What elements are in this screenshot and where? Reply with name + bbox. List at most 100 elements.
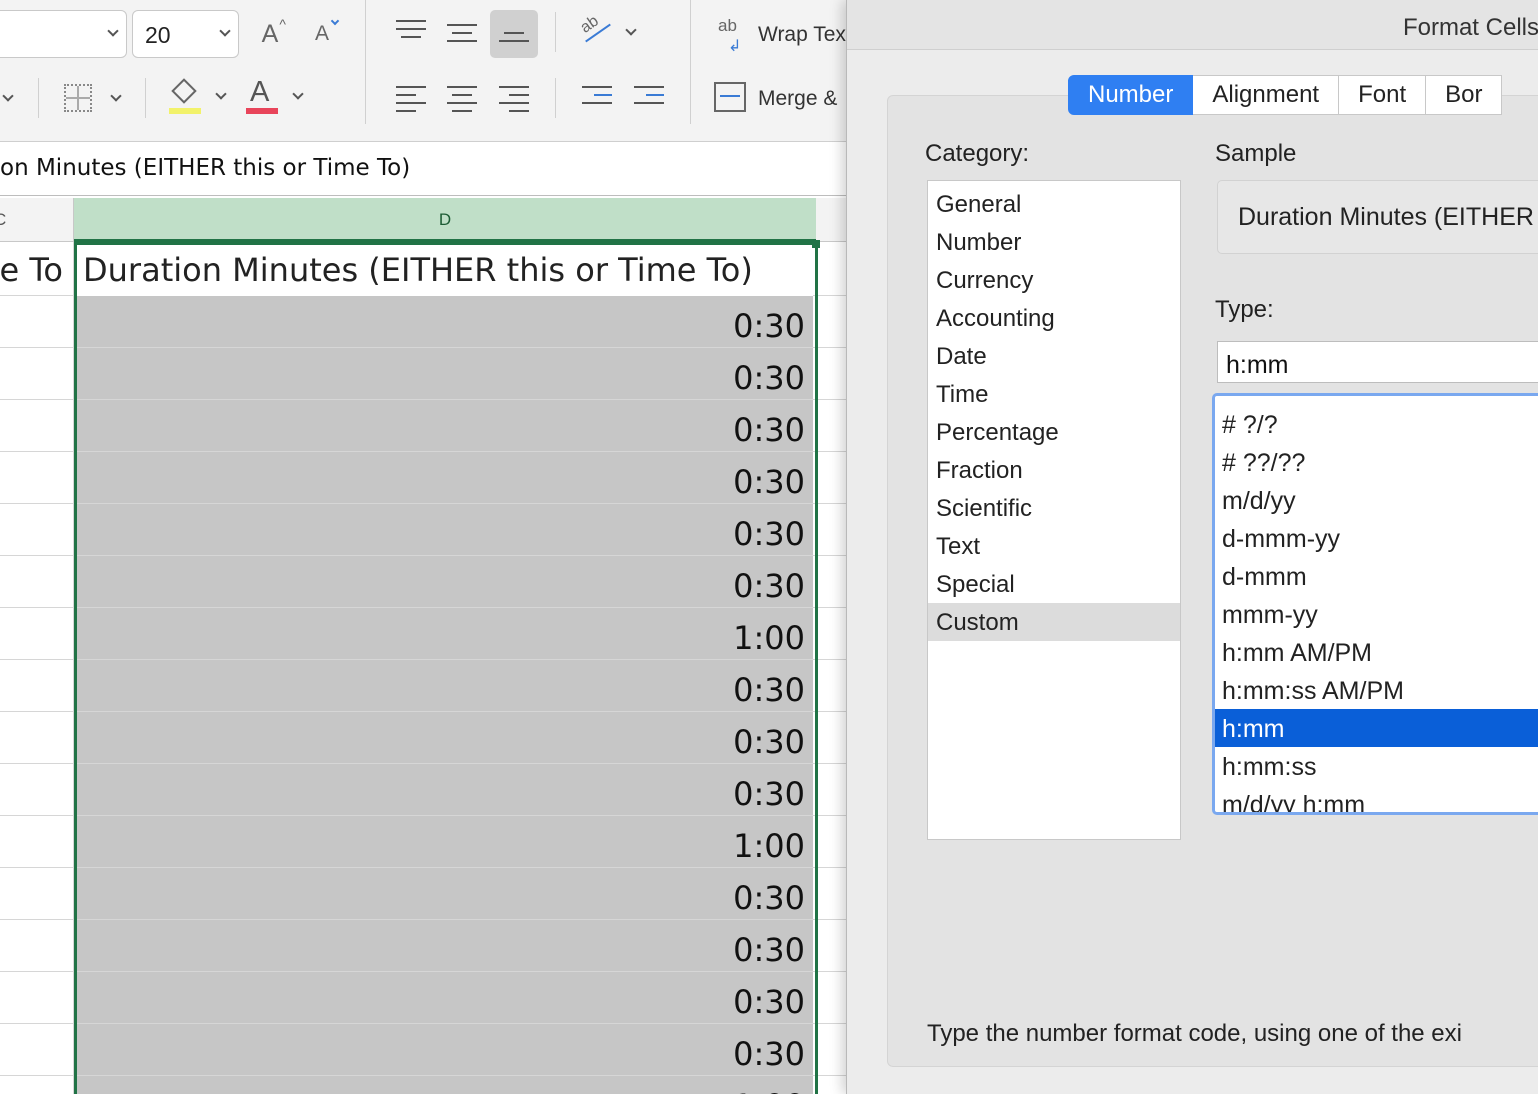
type-format-list[interactable]: # ?/? # ??/?? m/d/yy d-mmm-yy d-mmm mmm-yy h:m…: [1212, 393, 1538, 815]
cell-d[interactable]: 0:30: [77, 1024, 813, 1075]
align-top-button[interactable]: [396, 20, 426, 44]
type-format-option[interactable]: # ??/??: [1215, 443, 1538, 481]
align-right-button[interactable]: [499, 86, 529, 118]
type-format-option[interactable]: # ?/?: [1215, 405, 1538, 443]
tab-alignment[interactable]: Alignment: [1193, 75, 1340, 115]
type-format-option[interactable]: m/d/yy h:mm: [1215, 785, 1538, 812]
cell-c[interactable]: [0, 712, 74, 763]
align-middle-button[interactable]: [447, 24, 477, 48]
category-item-custom[interactable]: Custom: [928, 603, 1180, 641]
tab-font[interactable]: Font: [1339, 75, 1427, 115]
fill-color-button[interactable]: [165, 76, 235, 118]
type-format-option[interactable]: d-mmm: [1215, 557, 1538, 595]
divider: [145, 78, 146, 118]
cell-c[interactable]: [0, 608, 74, 659]
dialog-titlebar[interactable]: Format Cells: [847, 0, 1538, 50]
cell-d[interactable]: 0:30: [77, 764, 813, 815]
table-row: 1:00: [0, 1076, 850, 1094]
cell-d[interactable]: 1:00: [77, 816, 813, 867]
cell-d1[interactable]: Duration Minutes (EITHER this or Time To…: [77, 242, 813, 296]
cell-c[interactable]: [0, 1024, 74, 1075]
category-item-scientific[interactable]: Scientific: [928, 489, 1180, 527]
column-header-d[interactable]: D: [74, 198, 816, 242]
type-format-option[interactable]: d-mmm-yy: [1215, 519, 1538, 557]
cell-d[interactable]: 0:30: [77, 920, 813, 971]
increase-font-size-button[interactable]: A ^: [252, 14, 288, 54]
type-format-option[interactable]: h:mm: [1215, 709, 1538, 747]
cell-c[interactable]: [0, 556, 74, 607]
fill-handle[interactable]: [812, 240, 820, 248]
font-name-dropdown[interactable]: [0, 10, 127, 58]
category-list[interactable]: General Number Currency Accounting Date Time P…: [927, 180, 1181, 840]
cell-d[interactable]: 0:30: [77, 556, 813, 607]
cell-d[interactable]: 0:30: [77, 504, 813, 555]
caret-down-icon: [330, 16, 340, 26]
category-item-percentage[interactable]: Percentage: [928, 413, 1180, 451]
borders-button[interactable]: [60, 80, 130, 116]
tab-border[interactable]: Bor: [1426, 75, 1503, 115]
chevron-down-icon: [110, 90, 122, 102]
cell-d[interactable]: 0:30: [77, 348, 813, 399]
cell-d[interactable]: 0:30: [77, 868, 813, 919]
align-left-button[interactable]: [396, 86, 426, 118]
cell-d[interactable]: 0:30: [77, 972, 813, 1023]
cell-c[interactable]: [0, 400, 74, 451]
cell-c1[interactable]: e To: [0, 242, 74, 296]
cell-c[interactable]: [0, 660, 74, 711]
font-size-dropdown[interactable]: 20: [132, 10, 239, 58]
table-row: 0:30: [0, 920, 850, 972]
cell-d[interactable]: 1:00: [77, 608, 813, 659]
chevron-down-icon: [292, 88, 304, 100]
cell-d[interactable]: 0:30: [77, 712, 813, 763]
column-header-c[interactable]: C: [0, 198, 74, 242]
cell-d[interactable]: 1:00: [77, 1076, 813, 1094]
cell-c[interactable]: [0, 868, 74, 919]
divider: [555, 78, 556, 118]
category-item-fraction[interactable]: Fraction: [928, 451, 1180, 489]
category-item-date[interactable]: Date: [928, 337, 1180, 375]
align-center-button[interactable]: [447, 86, 477, 118]
sample-preview: Duration Minutes (EITHER: [1217, 180, 1538, 254]
category-item-accounting[interactable]: Accounting: [928, 299, 1180, 337]
table-row: 1:00: [0, 816, 850, 868]
cell-c[interactable]: [0, 1076, 74, 1094]
cell-c[interactable]: [0, 764, 74, 815]
type-format-option[interactable]: m/d/yy: [1215, 481, 1538, 519]
decrease-indent-button[interactable]: [582, 86, 612, 116]
cell-d[interactable]: 0:30: [77, 660, 813, 711]
category-item-special[interactable]: Special: [928, 565, 1180, 603]
cell-c[interactable]: [0, 452, 74, 503]
orientation-button[interactable]: ab: [575, 13, 645, 54]
increase-indent-button[interactable]: [634, 86, 664, 116]
wrap-text-button[interactable]: ab ↲ Wrap Text: [716, 16, 852, 56]
category-item-number[interactable]: Number: [928, 223, 1180, 261]
type-format-input[interactable]: [1217, 341, 1538, 383]
cell-c[interactable]: [0, 972, 74, 1023]
align-bottom-button[interactable]: [490, 10, 538, 58]
category-item-time[interactable]: Time: [928, 375, 1180, 413]
category-item-text[interactable]: Text: [928, 527, 1180, 565]
font-color-button[interactable]: A: [244, 76, 314, 118]
formula-bar[interactable]: on Minutes (EITHER this or Time To): [0, 143, 850, 196]
decrease-font-size-button[interactable]: A: [304, 14, 340, 54]
cell-c[interactable]: [0, 348, 74, 399]
cell-d[interactable]: 0:30: [77, 400, 813, 451]
cell-c[interactable]: [0, 296, 74, 347]
merge-icon: [714, 82, 746, 112]
type-format-option[interactable]: h:mm:ss AM/PM: [1215, 671, 1538, 709]
category-item-currency[interactable]: Currency: [928, 261, 1180, 299]
category-item-general[interactable]: General: [928, 185, 1180, 223]
cell-c[interactable]: [0, 920, 74, 971]
chevron-down-icon[interactable]: [2, 90, 14, 102]
merge-button[interactable]: Merge &: [712, 80, 852, 120]
type-format-option[interactable]: h:mm:ss: [1215, 747, 1538, 785]
cell-d[interactable]: 0:30: [77, 296, 813, 347]
tab-number[interactable]: Number: [1068, 75, 1194, 115]
type-format-option[interactable]: h:mm AM/PM: [1215, 633, 1538, 671]
cell-c[interactable]: [0, 504, 74, 555]
cell-d[interactable]: 0:30: [77, 452, 813, 503]
cell-d1-text: Duration Minutes (EITHER this or Time To…: [83, 251, 753, 289]
wrap-text-label: Wrap Text: [758, 23, 852, 46]
type-format-option[interactable]: mmm-yy: [1215, 595, 1538, 633]
cell-c[interactable]: [0, 816, 74, 867]
